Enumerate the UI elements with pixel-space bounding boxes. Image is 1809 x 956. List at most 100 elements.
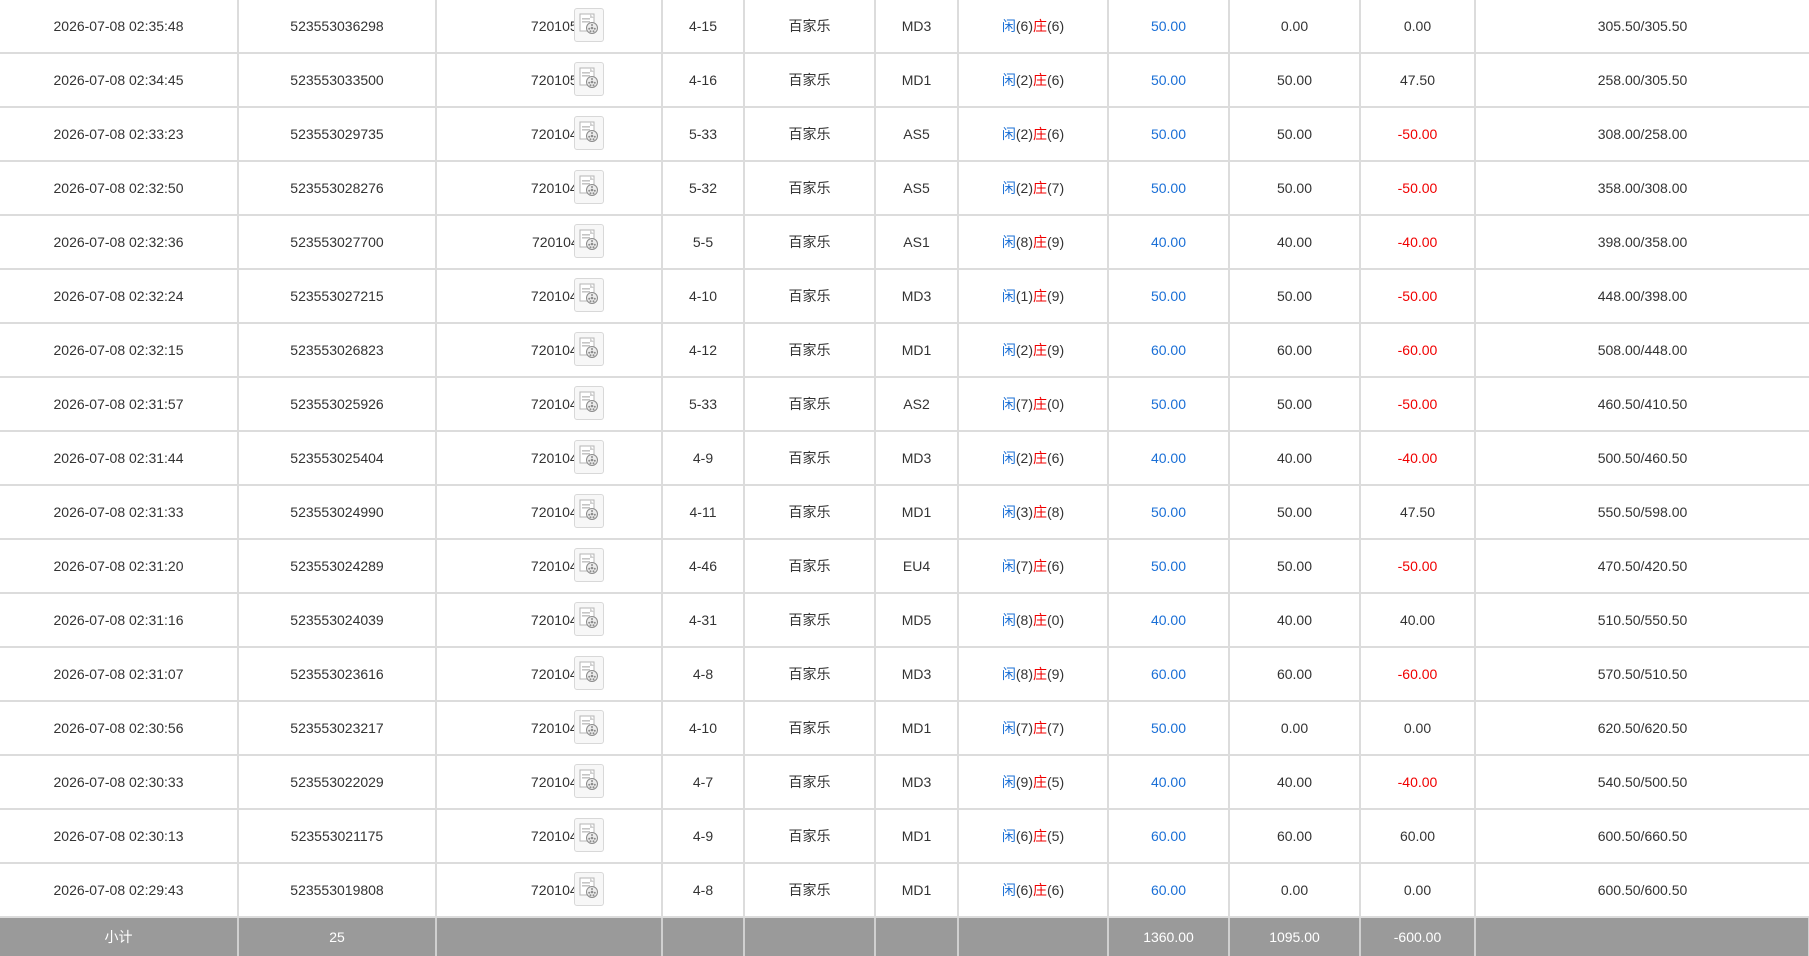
table-row: 2026-07-08 02:29:43 523553019808 720104295… — [0, 863, 1809, 918]
shoe-hand: 4-7 — [662, 755, 745, 810]
round-cell: 720104462 — [436, 755, 663, 810]
video-replay-icon[interactable] — [574, 440, 604, 474]
bet-number: 523553026823 — [238, 323, 437, 378]
table-code: MD1 — [875, 485, 959, 540]
win-loss: 0.00 — [1360, 863, 1476, 918]
bet-records-table: 2026-07-08 02:35:48 523553036298 720105325… — [0, 0, 1809, 956]
game-result: 闲(2)庄(6) — [958, 107, 1109, 162]
video-replay-icon[interactable] — [574, 764, 604, 798]
game-result: 闲(9)庄(5) — [958, 755, 1109, 810]
video-replay-icon[interactable] — [574, 548, 604, 582]
valid-bet: 40.00 — [1229, 593, 1361, 648]
game-result: 闲(2)庄(7) — [958, 161, 1109, 216]
balance-before-after: 470.50/420.50 — [1475, 539, 1809, 594]
shoe-hand: 5-33 — [662, 107, 745, 162]
shoe-hand: 4-15 — [662, 0, 745, 54]
player-label: 闲 — [1001, 558, 1016, 574]
table-code: AS5 — [875, 107, 959, 162]
banker-label: 庄 — [1033, 720, 1047, 736]
game-result: 闲(6)庄(5) — [958, 809, 1109, 864]
table-row: 2026-07-08 02:31:44 523553025404 720104653… — [0, 431, 1809, 486]
bet-amount: 50.00 — [1108, 161, 1230, 216]
bet-time: 2026-07-08 02:31:07 — [0, 647, 239, 702]
game-type: 百家乐 — [744, 539, 876, 594]
bet-time: 2026-07-08 02:31:44 — [0, 431, 239, 486]
video-replay-icon[interactable] — [574, 656, 604, 690]
balance-before-after: 620.50/620.50 — [1475, 701, 1809, 756]
game-type: 百家乐 — [744, 161, 876, 216]
video-replay-icon[interactable] — [574, 170, 604, 204]
win-loss: -50.00 — [1360, 539, 1476, 594]
video-replay-icon[interactable] — [574, 818, 604, 852]
banker-points: (5) — [1047, 774, 1065, 790]
valid-bet: 60.00 — [1229, 809, 1361, 864]
round-cell: 720104929 — [436, 107, 663, 162]
video-replay-icon[interactable] — [574, 8, 604, 42]
banker-points: (8) — [1047, 504, 1065, 520]
video-replay-icon[interactable] — [574, 332, 604, 366]
video-replay-icon[interactable] — [574, 386, 604, 420]
player-points: (2) — [1015, 180, 1033, 196]
video-replay-icon[interactable] — [574, 62, 604, 96]
valid-bet: 60.00 — [1229, 647, 1361, 702]
balance-before-after: 570.50/510.50 — [1475, 647, 1809, 702]
table-code: AS5 — [875, 161, 959, 216]
table-row: 2026-07-08 02:31:20 523553024289 720104572… — [0, 539, 1809, 594]
bet-amount: 50.00 — [1108, 53, 1230, 108]
video-replay-icon[interactable] — [574, 494, 604, 528]
video-replay-icon[interactable] — [574, 278, 604, 312]
table-code: MD5 — [875, 593, 959, 648]
shoe-hand: 4-16 — [662, 53, 745, 108]
bet-time: 2026-07-08 02:29:43 — [0, 863, 239, 918]
game-result: 闲(8)庄(9) — [958, 647, 1109, 702]
video-replay-icon[interactable] — [574, 224, 604, 258]
banker-label: 庄 — [1033, 774, 1047, 790]
balance-before-after: 600.50/660.50 — [1475, 809, 1809, 864]
game-type: 百家乐 — [744, 269, 876, 324]
bet-amount: 40.00 — [1108, 755, 1230, 810]
balance-before-after: 508.00/448.00 — [1475, 323, 1809, 378]
summary-row: 小计 25 1360.00 1095.00 -600.00 — [0, 917, 1809, 956]
banker-points: (6) — [1047, 450, 1065, 466]
player-points: (7) — [1015, 558, 1033, 574]
round-cell: 720104825 — [436, 161, 663, 216]
bet-time: 2026-07-08 02:30:56 — [0, 701, 239, 756]
banker-label: 庄 — [1033, 234, 1047, 250]
valid-bet: 50.00 — [1229, 377, 1361, 432]
bet-amount: 40.00 — [1108, 593, 1230, 648]
player-label: 闲 — [1001, 126, 1016, 142]
video-replay-icon[interactable] — [574, 602, 604, 636]
video-replay-icon[interactable] — [574, 872, 604, 906]
summary-empty-cell — [958, 917, 1109, 956]
player-label: 闲 — [1001, 234, 1016, 250]
bet-amount: 50.00 — [1108, 269, 1230, 324]
video-replay-icon[interactable] — [574, 116, 604, 150]
valid-bet: 0.00 — [1229, 0, 1361, 54]
win-loss: 47.50 — [1360, 53, 1476, 108]
summary-bet-total: 1360.00 — [1108, 917, 1230, 956]
balance-before-after: 500.50/460.50 — [1475, 431, 1809, 486]
summary-count: 25 — [238, 917, 437, 956]
shoe-hand: 5-32 — [662, 161, 745, 216]
round-cell: 720104552 — [436, 647, 663, 702]
game-type: 百家乐 — [744, 53, 876, 108]
bet-amount: 50.00 — [1108, 0, 1230, 54]
table-row: 2026-07-08 02:33:23 523553029735 720104929… — [0, 107, 1809, 162]
valid-bet: 0.00 — [1229, 863, 1361, 918]
balance-before-after: 550.50/598.00 — [1475, 485, 1809, 540]
game-result: 闲(2)庄(6) — [958, 53, 1109, 108]
player-label: 闲 — [1001, 882, 1016, 898]
win-loss: -40.00 — [1360, 215, 1476, 270]
game-result: 闲(2)庄(6) — [958, 431, 1109, 486]
player-label: 闲 — [1001, 612, 1016, 628]
balance-before-after: 600.50/600.50 — [1475, 863, 1809, 918]
video-replay-icon[interactable] — [574, 710, 604, 744]
player-label: 闲 — [1001, 828, 1016, 844]
summary-valid-total: 1095.00 — [1229, 917, 1361, 956]
game-result: 闲(7)庄(6) — [958, 539, 1109, 594]
banker-points: (9) — [1047, 342, 1065, 358]
shoe-hand: 4-9 — [662, 809, 745, 864]
shoe-hand: 4-12 — [662, 323, 745, 378]
banker-points: (5) — [1047, 828, 1065, 844]
win-loss: 47.50 — [1360, 485, 1476, 540]
